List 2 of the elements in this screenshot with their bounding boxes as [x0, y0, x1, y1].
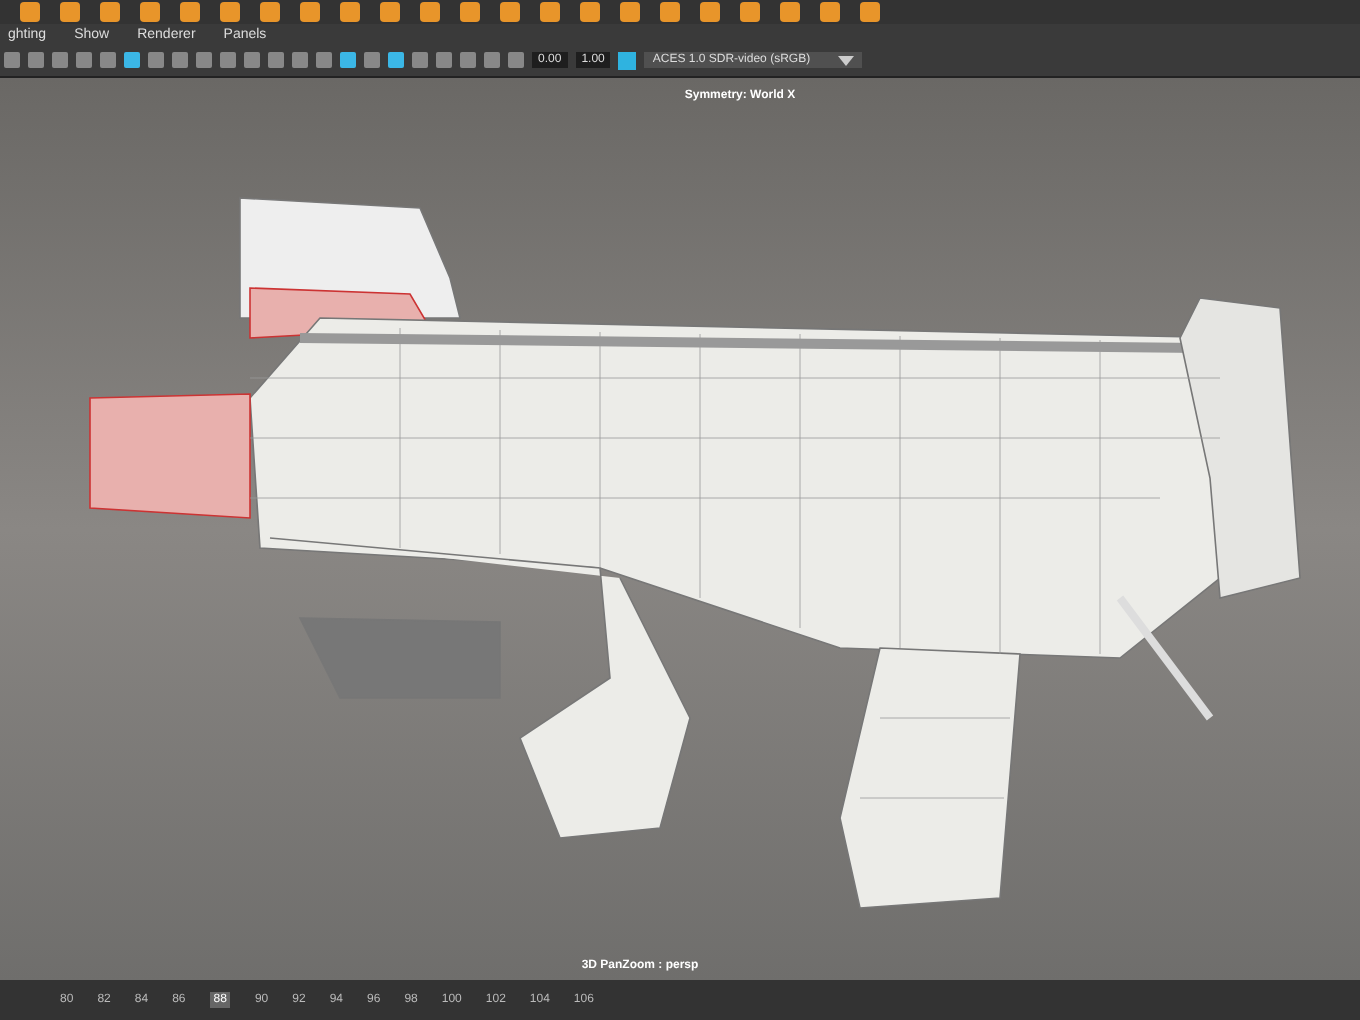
caret-icon — [838, 55, 855, 65]
color-management-icon[interactable] — [618, 51, 637, 69]
